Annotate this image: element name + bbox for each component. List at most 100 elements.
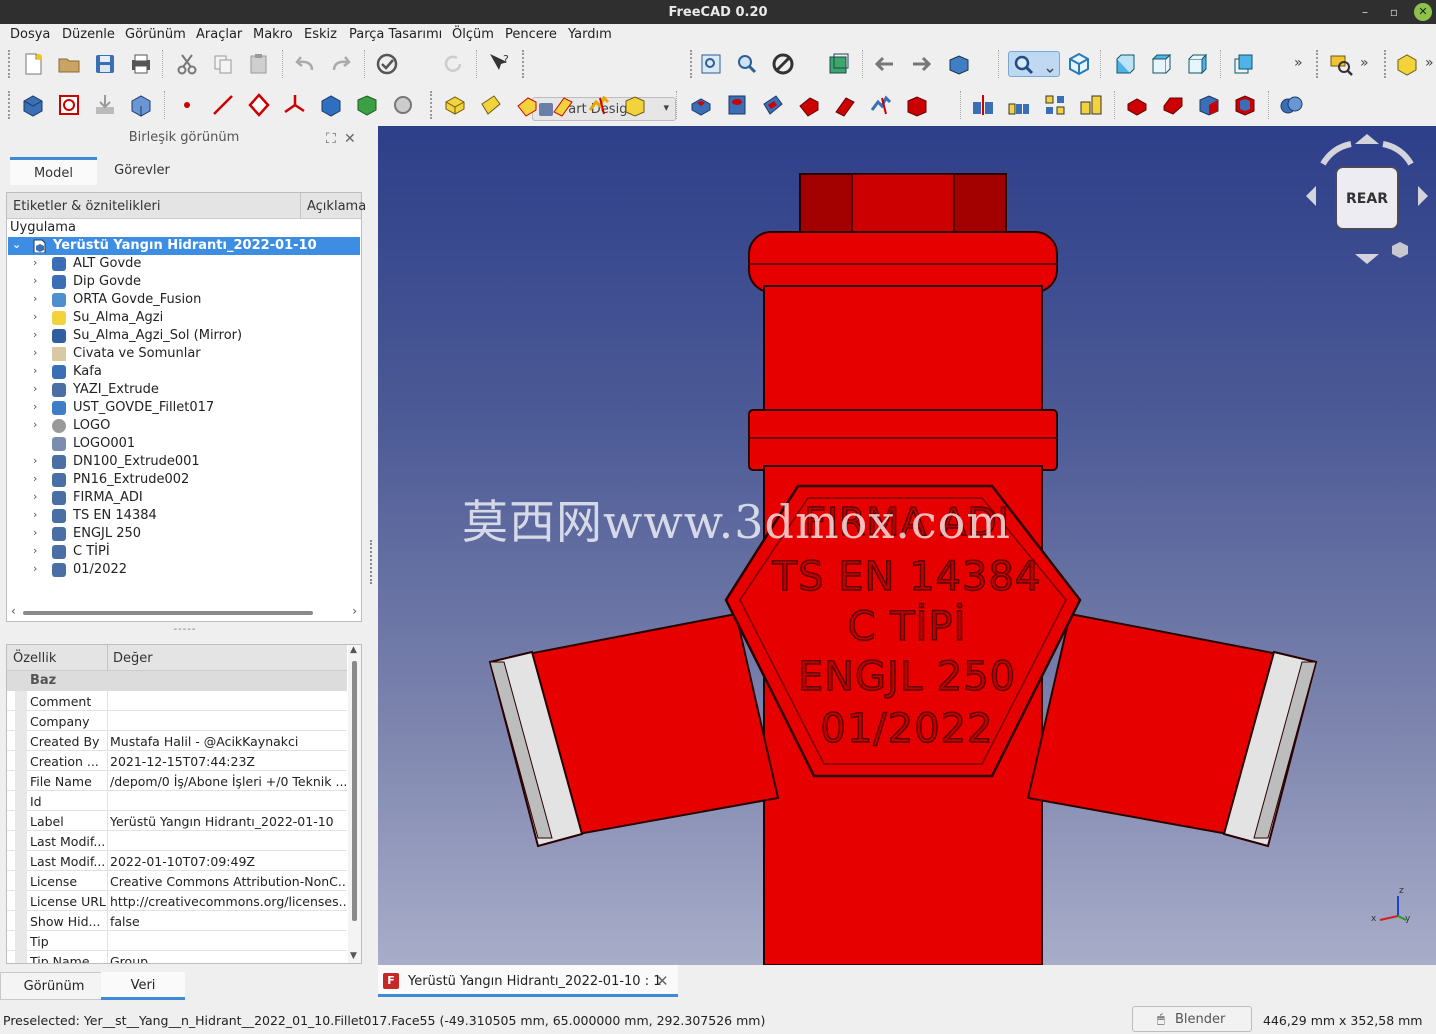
menu-help[interactable]: Yardım <box>568 27 612 42</box>
additive-primitive-icon[interactable] <box>622 92 648 118</box>
new-file-icon[interactable] <box>20 51 46 77</box>
tree-horizontal-scrollbar[interactable]: ‹ › <box>9 604 359 619</box>
fillet-icon[interactable] <box>1124 92 1150 118</box>
chevron-right-icon[interactable]: › <box>33 472 37 485</box>
clone-sketch-icon[interactable] <box>390 92 416 118</box>
whats-this-icon[interactable]: ? <box>486 51 512 77</box>
document-tab[interactable]: F Yerüstü Yangın Hidrantı_2022-01-10 : 1… <box>378 965 678 997</box>
undo-icon[interactable] <box>292 51 318 77</box>
tree-item[interactable]: › YAZI_Extrude <box>8 381 360 399</box>
property-row[interactable]: Show Hid... false <box>7 911 347 931</box>
view-top-icon[interactable] <box>1148 51 1174 77</box>
additive-loft-icon[interactable] <box>514 92 540 118</box>
menu-sketch[interactable]: Eskiz <box>304 27 337 42</box>
chevron-right-icon[interactable]: › <box>33 508 37 521</box>
tree-item[interactable]: › Su_Alma_Agzi_Sol (Mirror) <box>8 327 360 345</box>
fit-selection-icon[interactable] <box>734 51 760 77</box>
close-tab-icon[interactable]: ✕ <box>656 972 669 990</box>
menu-measure[interactable]: Ölçüm <box>452 27 494 42</box>
maximize-icon[interactable]: ▫ <box>1385 3 1403 21</box>
menu-tools[interactable]: Araçlar <box>196 27 242 42</box>
tree-item[interactable]: › PN16_Extrude002 <box>8 471 360 489</box>
property-row[interactable]: Company <box>7 711 347 731</box>
toolbar-overflow-3[interactable]: » <box>1425 55 1434 71</box>
part-create-icon[interactable] <box>1394 51 1420 77</box>
tab-data[interactable]: Veri <box>101 972 185 1000</box>
property-value[interactable]: /depom/0 İş/Abone İşleri +/0 Teknik ... <box>110 774 346 789</box>
chevron-right-icon[interactable]: › <box>33 454 37 467</box>
chevron-up-icon[interactable]: ▲ <box>350 645 357 655</box>
draft-icon[interactable] <box>1196 92 1222 118</box>
open-file-icon[interactable] <box>56 51 82 77</box>
std-views-icon[interactable] <box>946 51 972 77</box>
tab-tasks[interactable]: Görevler <box>97 157 187 185</box>
property-value[interactable]: false <box>110 914 346 929</box>
property-row[interactable]: Creation ... 2021-12-15T07:44:23Z <box>7 751 347 771</box>
chevron-right-icon[interactable]: › <box>33 490 37 503</box>
copy-icon[interactable] <box>210 51 236 77</box>
tree-item[interactable]: › DN100_Extrude001 <box>8 453 360 471</box>
tree-item[interactable]: › LOGO <box>8 417 360 435</box>
draw-style-icon[interactable] <box>770 51 796 77</box>
menu-view[interactable]: Görünüm <box>125 27 186 42</box>
back-arrow-icon[interactable] <box>872 51 898 77</box>
chevron-right-icon[interactable]: › <box>33 544 37 557</box>
tree-item[interactable]: › Dip Govde <box>8 273 360 291</box>
linear-pattern-icon[interactable] <box>1006 92 1032 118</box>
property-row[interactable]: Label Yerüstü Yangın Hidrantı_2022-01-10 <box>7 811 347 831</box>
tree-item[interactable]: › Su_Alma_Agzi <box>8 309 360 327</box>
tab-model[interactable]: Model <box>10 157 97 185</box>
subtractive-pipe-icon[interactable] <box>832 92 858 118</box>
save-icon[interactable] <box>92 51 118 77</box>
navigation-cube[interactable]: REAR <box>1335 166 1399 230</box>
redo-icon[interactable] <box>328 51 354 77</box>
property-value[interactable]: http://creativecommons.org/licenses... <box>110 894 346 909</box>
chevron-right-icon[interactable]: › <box>33 400 37 413</box>
additive-helix-icon[interactable] <box>586 92 612 118</box>
tree-item[interactable]: › ENGJL 250 <box>8 525 360 543</box>
property-row[interactable]: File Name/depom/0 İş/Abone İşleri +/0 Te… <box>7 771 347 791</box>
clone-icon[interactable] <box>128 92 154 118</box>
chevron-right-icon[interactable]: › <box>33 364 37 377</box>
boolean-icon[interactable] <box>1278 92 1304 118</box>
scrollbar-thumb[interactable] <box>23 611 313 615</box>
local-cs-icon[interactable] <box>282 92 308 118</box>
property-row[interactable]: License URL http://creativecommons.org/li… <box>7 891 347 911</box>
cut-icon[interactable] <box>174 51 200 77</box>
recompute-icon[interactable] <box>440 51 466 77</box>
subtractive-helix-icon[interactable] <box>868 92 894 118</box>
tree-item[interactable]: › 01/2022 <box>8 561 360 579</box>
minimize-icon[interactable]: – <box>1356 3 1374 21</box>
tree-item[interactable]: › UST_GOVDE_Fillet017 <box>8 399 360 417</box>
tree-header-labels[interactable]: Etiketler & öznitelikleri <box>13 199 160 214</box>
property-row[interactable]: License Creative Commons Attribution-NonC… <box>7 871 347 891</box>
tree-root-document[interactable]: ⌄ Yerüstü Yangın Hidrantı_2022-01-10 <box>8 237 360 255</box>
property-row[interactable]: Tip <box>7 931 347 951</box>
datum-line-icon[interactable] <box>210 92 236 118</box>
chevron-right-icon[interactable]: › <box>33 418 37 431</box>
groove-icon[interactable] <box>760 92 786 118</box>
chevron-right-icon[interactable]: › <box>33 526 37 539</box>
toolbar-grip[interactable] <box>8 50 12 78</box>
mirrored-icon[interactable] <box>970 92 996 118</box>
property-row[interactable]: Last Modif... <box>7 831 347 851</box>
3d-viewport[interactable]: FIRMA ADI TS EN 14384 C TİPİ ENGJL 250 0… <box>378 126 1436 965</box>
view-isometric-icon[interactable] <box>1066 51 1092 77</box>
subtractive-loft-icon[interactable] <box>796 92 822 118</box>
menu-macro[interactable]: Makro <box>253 27 293 42</box>
tree-item[interactable]: › ALT Govde <box>8 255 360 273</box>
tree-item[interactable]: LOGO001 <box>8 435 360 453</box>
view-right-icon[interactable] <box>1184 51 1210 77</box>
datum-point-icon[interactable] <box>174 92 200 118</box>
property-value[interactable]: Mustafa Halil - @AcikKaynakci <box>110 734 346 749</box>
shape-binder-icon[interactable] <box>318 92 344 118</box>
menu-window[interactable]: Pencere <box>505 27 557 42</box>
property-group-base[interactable]: Baz <box>7 671 347 691</box>
create-body-icon[interactable] <box>20 92 46 118</box>
property-vertical-scrollbar[interactable]: ▲ ▼ <box>348 645 361 963</box>
pocket-icon[interactable] <box>688 92 714 118</box>
revolution-icon[interactable] <box>478 92 504 118</box>
property-row[interactable]: Tip Name Group <box>7 951 347 963</box>
property-value[interactable]: 2022-01-10T07:09:49Z <box>110 854 346 869</box>
tree-item[interactable]: › ORTA Govde_Fusion <box>8 291 360 309</box>
